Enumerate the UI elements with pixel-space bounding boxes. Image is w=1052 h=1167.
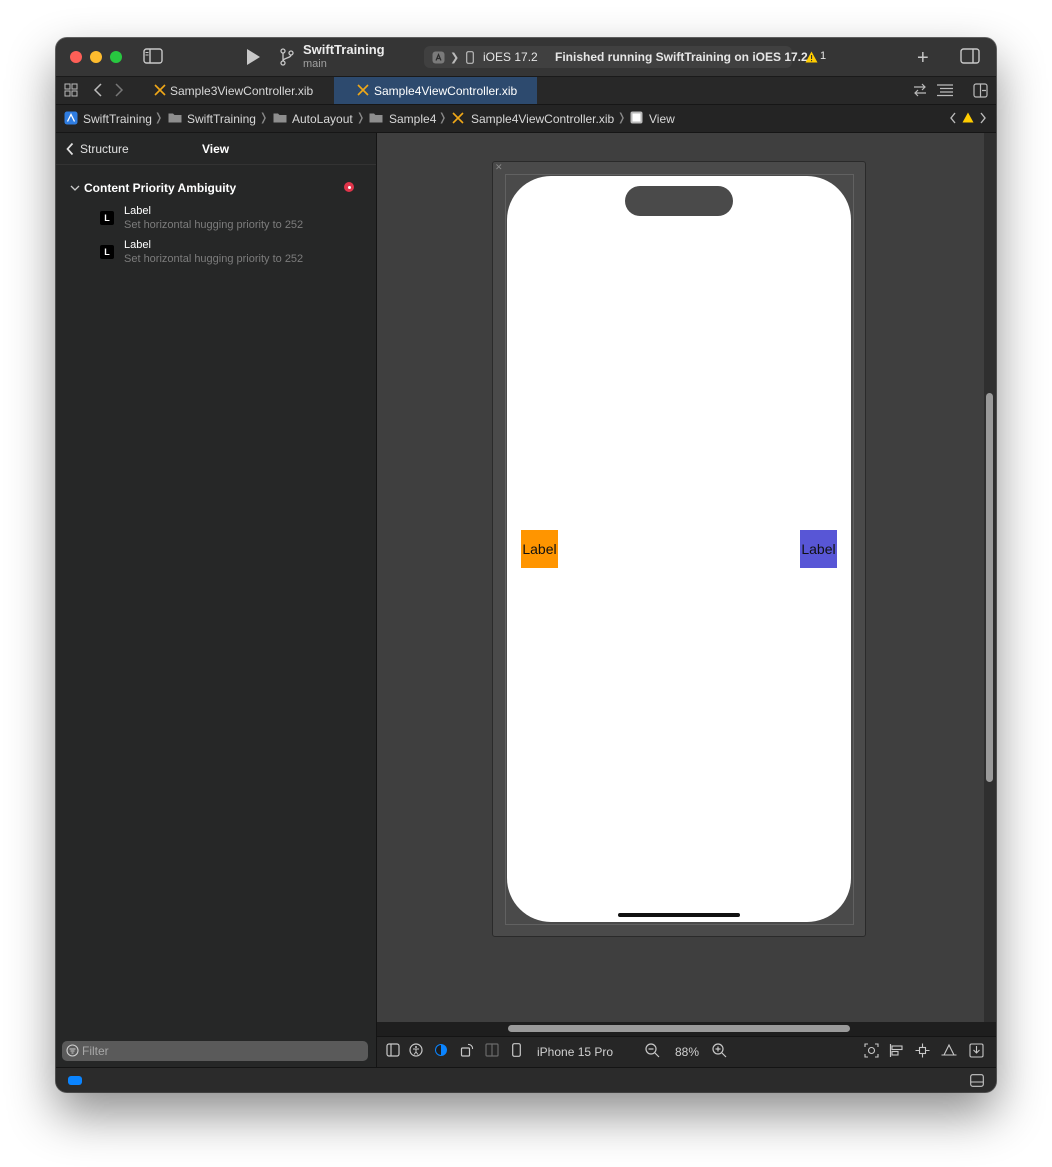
run-icon[interactable] bbox=[245, 48, 261, 66]
issue-title: Label bbox=[124, 205, 151, 217]
run-destination[interactable]: iOES 17.2 bbox=[483, 50, 538, 64]
view-icon bbox=[630, 111, 643, 124]
xib-file-icon bbox=[357, 84, 369, 99]
minimize-window-button[interactable] bbox=[90, 51, 102, 63]
align-icon[interactable] bbox=[889, 1043, 904, 1063]
tab-label: Sample4ViewController.xib bbox=[374, 83, 518, 98]
branch-icon bbox=[279, 48, 295, 66]
outline-header: Structure View bbox=[56, 133, 376, 165]
zoom-out-icon[interactable] bbox=[645, 1043, 660, 1063]
close-scene-icon[interactable]: ✕ bbox=[495, 162, 503, 173]
console-toggle-icon[interactable] bbox=[970, 1074, 984, 1087]
size-class-icon bbox=[485, 1043, 499, 1062]
label-right[interactable]: Label bbox=[800, 530, 837, 568]
zoom-window-button[interactable] bbox=[110, 51, 122, 63]
split-editor-icon[interactable] bbox=[973, 83, 988, 98]
label-object-icon: L bbox=[100, 245, 114, 259]
add-library-icon[interactable]: + bbox=[917, 47, 929, 70]
warning-count[interactable]: 1 bbox=[820, 50, 826, 62]
sidebar-toggle-icon[interactable] bbox=[143, 48, 163, 64]
document-outline-toggle-icon[interactable] bbox=[386, 1043, 400, 1062]
appearance-icon[interactable] bbox=[434, 1043, 448, 1062]
editor-options-icon[interactable] bbox=[936, 84, 954, 97]
folder-icon bbox=[273, 112, 287, 123]
xcode-window: SwiftTraining main ❯ iOES 17.2 Finished … bbox=[56, 38, 996, 1092]
activity-status: Finished running SwiftTraining on iOES 1… bbox=[555, 50, 808, 64]
breadcrumb-view[interactable]: View bbox=[649, 112, 675, 126]
vertical-scroll-thumb[interactable] bbox=[986, 393, 993, 782]
breadcrumb-group[interactable]: SwiftTraining bbox=[187, 112, 256, 126]
app-store-icon[interactable] bbox=[432, 51, 445, 64]
horizontal-scroll-thumb[interactable] bbox=[508, 1025, 850, 1032]
filter-icon bbox=[66, 1044, 79, 1057]
canvas-bottom-bar: iPhone 15 Pro 88% bbox=[377, 1036, 996, 1067]
label-object-icon: L bbox=[100, 211, 114, 225]
chevron-down-icon[interactable] bbox=[70, 184, 80, 192]
chevron-right-icon: ❭ bbox=[617, 112, 627, 124]
issue-row[interactable]: L Label Set horizontal hugging priority … bbox=[100, 239, 360, 271]
accessibility-icon[interactable] bbox=[409, 1043, 423, 1062]
branch-name: main bbox=[303, 58, 327, 70]
warning-icon[interactable] bbox=[962, 112, 974, 123]
chevron-right-icon: ❯ bbox=[450, 52, 460, 64]
breadcrumb-project[interactable]: SwiftTraining bbox=[83, 112, 152, 126]
label-left[interactable]: Label bbox=[521, 530, 558, 568]
issue-group-title[interactable]: Content Priority Ambiguity bbox=[84, 181, 236, 195]
xib-file-icon bbox=[154, 84, 166, 99]
document-outline: Structure View Content Priority Ambiguit… bbox=[56, 133, 377, 1067]
zoom-level[interactable]: 88% bbox=[675, 1045, 699, 1059]
error-badge-icon bbox=[344, 182, 354, 192]
issue-detail: Set horizontal hugging priority to 252 bbox=[124, 253, 304, 265]
breadcrumb: SwiftTraining ❭ SwiftTraining ❭ AutoLayo… bbox=[56, 105, 996, 133]
swap-arrows-icon[interactable] bbox=[913, 83, 927, 97]
structure-back-button[interactable]: Structure bbox=[80, 142, 129, 156]
chevron-left-icon[interactable] bbox=[66, 142, 74, 156]
resolve-issues-icon[interactable] bbox=[941, 1043, 957, 1063]
project-icon bbox=[64, 111, 78, 125]
issue-title: Label bbox=[124, 239, 151, 251]
chevron-right-icon: ❭ bbox=[438, 112, 448, 124]
tab-label: Sample3ViewController.xib bbox=[170, 83, 314, 98]
folder-icon bbox=[369, 112, 383, 123]
forward-arrow-icon[interactable] bbox=[114, 82, 124, 98]
issue-row[interactable]: L Label Set horizontal hugging priority … bbox=[100, 205, 360, 237]
device-selector[interactable]: iPhone 15 Pro bbox=[537, 1045, 613, 1059]
grid-icon[interactable] bbox=[64, 83, 78, 97]
breadcrumb-file[interactable]: Sample4ViewController.xib bbox=[471, 112, 614, 126]
orientation-icon[interactable] bbox=[460, 1043, 474, 1062]
add-constraints-icon[interactable] bbox=[915, 1043, 930, 1063]
close-window-button[interactable] bbox=[70, 51, 82, 63]
debug-status-bar bbox=[56, 1067, 996, 1092]
inspector-toggle-icon[interactable] bbox=[960, 48, 980, 64]
folder-icon bbox=[168, 112, 182, 123]
outline-title: View bbox=[202, 142, 230, 156]
chevron-right-icon: ❭ bbox=[154, 112, 164, 124]
update-frames-icon[interactable] bbox=[864, 1043, 879, 1063]
embed-in-icon[interactable] bbox=[969, 1043, 984, 1063]
previous-issue-icon[interactable] bbox=[949, 111, 957, 125]
tab-sample3[interactable]: Sample3ViewController.xib bbox=[148, 77, 334, 104]
iphone-device-icon[interactable] bbox=[512, 1043, 521, 1062]
iphone-device-icon[interactable] bbox=[466, 51, 474, 64]
toolbar: SwiftTraining main ❯ iOES 17.2 Finished … bbox=[56, 38, 996, 77]
chevron-right-icon: ❭ bbox=[356, 112, 366, 124]
back-arrow-icon[interactable] bbox=[93, 82, 103, 98]
editor-tab-bar: Sample3ViewController.xib Sample4ViewCon… bbox=[56, 77, 996, 105]
xib-file-icon bbox=[452, 112, 464, 124]
iphone-view[interactable]: Label Label bbox=[507, 176, 851, 922]
breadcrumb-sample4[interactable]: Sample4 bbox=[389, 112, 436, 126]
breadcrumb-autolayout[interactable]: AutoLayout bbox=[292, 112, 353, 126]
project-name[interactable]: SwiftTraining bbox=[303, 42, 385, 57]
home-indicator bbox=[618, 913, 740, 917]
warning-icon[interactable] bbox=[805, 51, 818, 63]
debug-area-toggle-icon[interactable] bbox=[68, 1076, 82, 1085]
zoom-in-icon[interactable] bbox=[712, 1043, 727, 1063]
filter-placeholder: Filter bbox=[82, 1044, 109, 1058]
tab-sample4[interactable]: Sample4ViewController.xib bbox=[334, 77, 537, 104]
next-issue-icon[interactable] bbox=[979, 111, 987, 125]
dynamic-island bbox=[625, 186, 733, 216]
issue-detail: Set horizontal hugging priority to 252 bbox=[124, 219, 304, 231]
chevron-right-icon: ❭ bbox=[259, 112, 269, 124]
filter-field[interactable]: Filter bbox=[62, 1041, 368, 1061]
